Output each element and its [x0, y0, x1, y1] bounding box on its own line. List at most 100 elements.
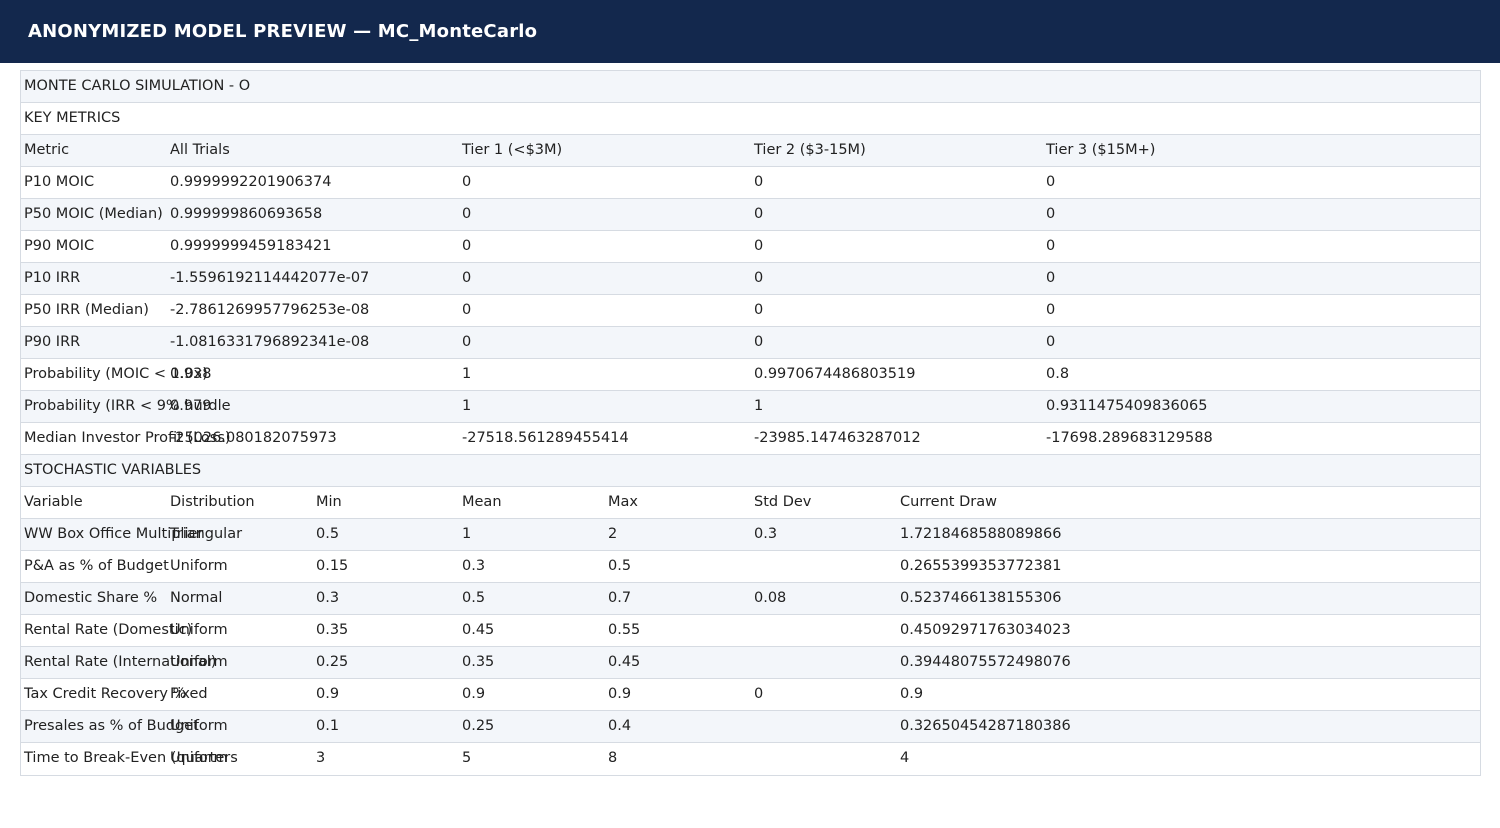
table-cell[interactable]: 0 — [754, 295, 763, 326]
table-cell[interactable]: 0.9970674486803519 — [754, 359, 915, 390]
table-cell[interactable]: 0.5 — [608, 551, 631, 582]
table-cell[interactable]: 0 — [462, 231, 471, 262]
table-cell[interactable]: 0 — [754, 199, 763, 230]
table-cell[interactable]: 0.2655399353772381 — [900, 551, 1061, 582]
table-cell[interactable]: 5 — [462, 743, 471, 774]
table-cell[interactable]: 0 — [1046, 295, 1055, 326]
table-cell[interactable]: -1.0816331796892341e-08 — [170, 327, 369, 358]
table-cell[interactable]: 0.1 — [316, 711, 339, 742]
table-cell[interactable]: 2 — [608, 519, 617, 550]
table-cell[interactable]: Max — [608, 487, 638, 518]
table-cell[interactable]: 0 — [1046, 167, 1055, 198]
table-cell[interactable]: Uniform — [170, 647, 228, 678]
table-cell[interactable]: 0 — [1046, 263, 1055, 294]
table-cell[interactable]: 0 — [462, 295, 471, 326]
table-cell[interactable]: P50 MOIC (Median) — [24, 199, 163, 230]
table-cell[interactable]: All Trials — [170, 135, 230, 166]
table-cell[interactable]: 0.999999860693658 — [170, 199, 322, 230]
table-cell[interactable]: P90 MOIC — [24, 231, 94, 262]
table-cell[interactable]: 0.15 — [316, 551, 348, 582]
table-cell[interactable]: 0.3 — [316, 583, 339, 614]
table-cell[interactable]: 0 — [754, 167, 763, 198]
table-cell[interactable]: Fixed — [170, 679, 208, 710]
table-cell[interactable]: Rental Rate (Domestic) — [24, 615, 192, 646]
table-cell[interactable]: 1 — [754, 391, 763, 422]
table-cell[interactable]: Uniform — [170, 711, 228, 742]
table-cell[interactable]: 0.3 — [462, 551, 485, 582]
table-cell[interactable]: Tier 1 (<$3M) — [462, 135, 562, 166]
table-cell[interactable]: 0 — [1046, 327, 1055, 358]
table-cell[interactable]: 8 — [608, 743, 617, 774]
table-cell[interactable]: 0.3 — [754, 519, 777, 550]
table-cell[interactable]: 0.32650454287180386 — [900, 711, 1071, 742]
table-cell[interactable]: Mean — [462, 487, 502, 518]
table-cell[interactable]: Tier 2 ($3-15M) — [754, 135, 866, 166]
table-cell[interactable]: 0.45 — [462, 615, 494, 646]
table-cell[interactable]: 0.979 — [170, 391, 212, 422]
table-cell[interactable]: 0.5 — [462, 583, 485, 614]
table-cell[interactable]: Distribution — [170, 487, 255, 518]
table-cell[interactable]: MONTE CARLO SIMULATION - O — [24, 71, 250, 102]
table-cell[interactable]: Normal — [170, 583, 222, 614]
table-cell[interactable]: 0.9311475409836065 — [1046, 391, 1207, 422]
table-cell[interactable]: 0.9 — [608, 679, 631, 710]
table-cell[interactable]: Uniform — [170, 743, 228, 774]
table-cell[interactable]: KEY METRICS — [24, 103, 120, 134]
table-cell[interactable]: P10 MOIC — [24, 167, 94, 198]
table-cell[interactable]: 3 — [316, 743, 325, 774]
table-cell[interactable]: 0.25 — [316, 647, 348, 678]
table-cell[interactable]: Current Draw — [900, 487, 997, 518]
table-cell[interactable]: Variable — [24, 487, 83, 518]
table-cell[interactable]: 0.9 — [316, 679, 339, 710]
table-cell[interactable]: 0 — [754, 327, 763, 358]
table-cell[interactable]: 0.9999992201906374 — [170, 167, 331, 198]
table-cell[interactable]: 0.8 — [1046, 359, 1069, 390]
table-cell[interactable]: 0 — [462, 167, 471, 198]
table-cell[interactable]: 0 — [754, 263, 763, 294]
table-cell[interactable]: 1.7218468588089866 — [900, 519, 1061, 550]
table-cell[interactable]: -2.7861269957796253e-08 — [170, 295, 369, 326]
table-cell[interactable]: 0 — [754, 231, 763, 262]
table-cell[interactable]: 1 — [462, 519, 471, 550]
table-cell[interactable]: 0.35 — [462, 647, 494, 678]
table-cell[interactable]: P10 IRR — [24, 263, 80, 294]
table-cell[interactable]: -25026.080182075973 — [170, 423, 337, 454]
table-cell[interactable]: Tax Credit Recovery % — [24, 679, 186, 710]
table-cell[interactable]: 0.9999999459183421 — [170, 231, 331, 262]
table-cell[interactable]: 0 — [462, 327, 471, 358]
table-cell[interactable]: -17698.289683129588 — [1046, 423, 1213, 454]
table-cell[interactable]: P50 IRR (Median) — [24, 295, 149, 326]
table-cell[interactable]: 0.35 — [316, 615, 348, 646]
table-cell[interactable]: 0.4 — [608, 711, 631, 742]
table-cell[interactable]: Triangular — [170, 519, 242, 550]
table-cell[interactable]: 0 — [1046, 199, 1055, 230]
table-cell[interactable]: 1 — [462, 391, 471, 422]
table-cell[interactable]: P90 IRR — [24, 327, 80, 358]
table-cell[interactable]: 0.39448075572498076 — [900, 647, 1071, 678]
table-cell[interactable]: 4 — [900, 743, 909, 774]
table-cell[interactable]: 0.9 — [462, 679, 485, 710]
table-cell[interactable]: Tier 3 ($15M+) — [1046, 135, 1155, 166]
table-cell[interactable]: Uniform — [170, 551, 228, 582]
table-cell[interactable]: 0.25 — [462, 711, 494, 742]
table-cell[interactable]: P&A as % of Budget — [24, 551, 169, 582]
table-cell[interactable]: 0.9 — [900, 679, 923, 710]
table-cell[interactable]: Uniform — [170, 615, 228, 646]
table-cell[interactable]: 0 — [1046, 231, 1055, 262]
table-cell[interactable]: Domestic Share % — [24, 583, 157, 614]
table-cell[interactable]: 0 — [462, 199, 471, 230]
table-cell[interactable]: 0.55 — [608, 615, 640, 646]
table-cell[interactable]: 0.5237466138155306 — [900, 583, 1061, 614]
table-cell[interactable]: 0.45092971763034023 — [900, 615, 1071, 646]
table-cell[interactable]: 0.7 — [608, 583, 631, 614]
table-cell[interactable]: 1 — [462, 359, 471, 390]
table-cell[interactable]: -1.5596192114442077e-07 — [170, 263, 369, 294]
table-cell[interactable]: 0 — [462, 263, 471, 294]
table-cell[interactable]: 0 — [754, 679, 763, 710]
table-cell[interactable]: -27518.561289455414 — [462, 423, 629, 454]
table-cell[interactable]: -23985.147463287012 — [754, 423, 921, 454]
table-cell[interactable]: STOCHASTIC VARIABLES — [24, 455, 201, 486]
table-cell[interactable]: Std Dev — [754, 487, 811, 518]
table-cell[interactable]: 0.08 — [754, 583, 786, 614]
table-cell[interactable]: Metric — [24, 135, 69, 166]
